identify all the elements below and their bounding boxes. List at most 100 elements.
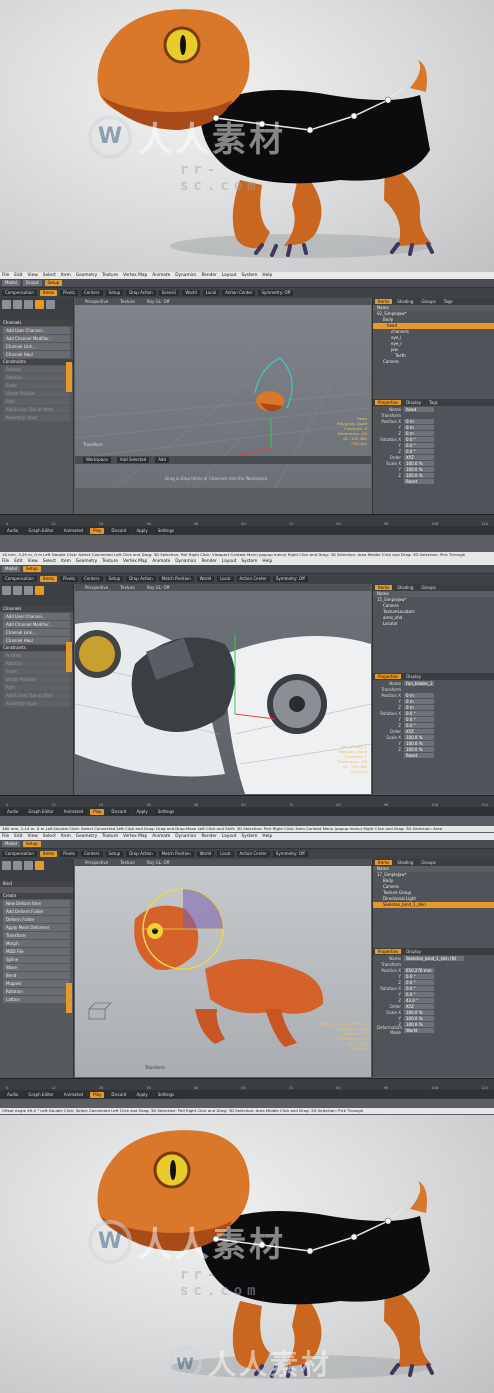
shading-tab[interactable]: Shading [394, 299, 416, 304]
shading-tab[interactable]: Shading [394, 585, 416, 590]
workspace-select[interactable]: Workspace [83, 457, 111, 463]
setup-tab[interactable]: Setup [23, 841, 41, 847]
constraint-position[interactable]: Position [3, 652, 70, 659]
menu-layout[interactable]: Layout [222, 834, 237, 839]
menu-select[interactable]: Select [43, 273, 56, 278]
scale-x[interactable]: 100.0 % [404, 460, 434, 466]
graph-editor-button[interactable]: Graph Editor [25, 527, 57, 534]
world-button[interactable]: World [196, 576, 215, 582]
viewport-3[interactable]: Perspective Texture Ray GL: Off Skeleton… [75, 859, 371, 1077]
pivots-button[interactable]: Pivots [60, 851, 78, 857]
match-position-button[interactable]: Match Position [158, 576, 194, 582]
scale-z[interactable]: 100.0 % [404, 1021, 434, 1027]
setup-vertical-tab[interactable] [66, 362, 72, 392]
move-icon[interactable] [2, 586, 11, 595]
pivots-button[interactable]: Pivots [60, 576, 78, 582]
position-x[interactable]: 650.276 mm [404, 967, 434, 973]
properties-tab[interactable]: Properties [375, 949, 402, 954]
compensation-button[interactable]: Compensation [2, 576, 37, 582]
menu-system[interactable]: System [241, 834, 257, 839]
apply-button[interactable]: Apply [133, 1091, 151, 1098]
items-button[interactable]: Items [39, 851, 58, 857]
position-y[interactable]: 0 m [404, 424, 434, 430]
rotation-x[interactable]: 0.0 ° [404, 710, 434, 716]
settings-button[interactable]: Settings [154, 1091, 178, 1098]
menu-system[interactable]: System [241, 559, 257, 564]
timeline[interactable]: 0 12 24 36 48 60 72 84 96 108 120 [0, 1078, 494, 1090]
menu-view[interactable]: View [28, 273, 38, 278]
rotate-icon[interactable] [13, 300, 22, 309]
settings-button[interactable]: Settings [154, 527, 178, 534]
menu-file[interactable]: File [2, 273, 9, 278]
viewport-1[interactable]: Perspective Texture Ray GL: Off Head Pol… [75, 298, 371, 488]
menu-vertex-map[interactable]: Vertex Map [123, 834, 147, 839]
menu-edit[interactable]: Edit [14, 273, 22, 278]
rotate-icon[interactable] [13, 861, 22, 870]
assembly-input-button[interactable]: Assembly Input [3, 700, 70, 707]
deformer-magnet[interactable]: Magnet [3, 980, 70, 987]
action-center-button[interactable]: Action Center [236, 576, 270, 582]
constraint-linear-tool[interactable]: Add Linear Tool on Item [3, 406, 70, 413]
rotation-z[interactable]: 43.0 ° [404, 997, 434, 1003]
constraint-vector-position[interactable]: Vector Position [3, 390, 70, 397]
local-button[interactable]: Local [217, 576, 234, 582]
constraint-rotation[interactable]: Rotation [3, 660, 70, 667]
scale-y[interactable]: 100.0 % [404, 466, 434, 472]
rotate-icon[interactable] [13, 586, 22, 595]
symmetry-button[interactable]: Symmetry: Off [272, 851, 308, 857]
menu-layout[interactable]: Layout [222, 273, 237, 278]
menu-animate[interactable]: Animate [152, 834, 170, 839]
add-deform-folder-button[interactable]: Add Deform Folder [3, 908, 70, 915]
play-button[interactable]: Play [90, 808, 105, 815]
menu-view[interactable]: View [28, 834, 38, 839]
menu-texture[interactable]: Texture [102, 834, 118, 839]
rotation-z[interactable]: 0.0 ° [404, 722, 434, 728]
sculpt-tab[interactable]: Sculpt [23, 280, 42, 286]
rotation-y[interactable]: 0.0 ° [404, 716, 434, 722]
menu-file[interactable]: File [2, 559, 9, 564]
move-icon[interactable] [2, 861, 11, 870]
menu-system[interactable]: System [241, 273, 257, 278]
select-icon[interactable] [35, 861, 44, 870]
position-z[interactable]: 0.0 ° [404, 979, 434, 985]
centers-button[interactable]: Centers [80, 576, 103, 582]
local-button[interactable]: Local [217, 851, 234, 857]
add-button[interactable]: Add [155, 457, 169, 463]
add-user-channel-button[interactable]: Add User Channel... [3, 613, 70, 620]
deformer-transform[interactable]: Transform [3, 932, 70, 939]
menu-edit[interactable]: Edit [14, 834, 22, 839]
menu-render[interactable]: Render [201, 834, 216, 839]
deformer-rotation[interactable]: Rotation [3, 988, 70, 995]
settings-button[interactable]: Settings [154, 808, 178, 815]
graph-editor-button[interactable]: Graph Editor [25, 808, 57, 815]
reset-button[interactable]: Reset [404, 752, 434, 758]
tree-item-selected[interactable]: Skeleton_bind_1_shin [373, 902, 494, 908]
position-y[interactable]: 0.0 ° [404, 973, 434, 979]
menu-help[interactable]: Help [262, 559, 272, 564]
properties-tab[interactable]: Properties [375, 400, 402, 405]
setup-button[interactable]: Setup [105, 851, 124, 857]
channel-link-button[interactable]: Channel Link... [3, 629, 70, 636]
items-button[interactable]: Items [39, 576, 58, 582]
deformer-morph[interactable]: Morph [3, 940, 70, 947]
discard-button[interactable]: Discard [108, 1091, 130, 1098]
menu-geometry[interactable]: Geometry [76, 273, 97, 278]
scale-z[interactable]: 100.0 % [404, 746, 434, 752]
display-tab[interactable]: Display [403, 949, 424, 954]
local-button[interactable]: Local [202, 290, 220, 296]
action-center-button[interactable]: Action Center [222, 290, 256, 296]
menu-dynamics[interactable]: Dynamics [175, 834, 196, 839]
shading-tab[interactable]: Shading [394, 860, 416, 865]
scale-z[interactable]: 100.0 % [404, 472, 434, 478]
menu-select[interactable]: Select [43, 834, 56, 839]
add-channel-modifier-button[interactable]: Add Channel Modifier... [3, 335, 70, 342]
menu-select[interactable]: Select [43, 559, 56, 564]
new-deform-item-button[interactable]: New Deform Item [3, 900, 70, 907]
position-x[interactable]: 0 m [404, 418, 434, 424]
menu-edit[interactable]: Edit [14, 559, 22, 564]
setup-tab[interactable]: Setup [23, 566, 41, 572]
constraint-rotation[interactable]: Rotation [3, 374, 70, 381]
pivots-button[interactable]: Pivots [60, 290, 78, 296]
play-button[interactable]: Play [90, 1091, 105, 1098]
groups-tab[interactable]: Groups [418, 299, 438, 304]
